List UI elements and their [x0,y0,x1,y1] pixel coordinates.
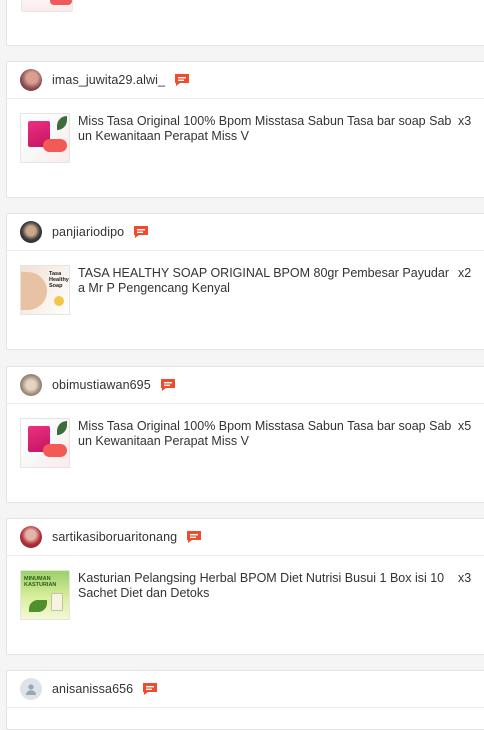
order-card-header: sartikasiboruaritonang [7,519,484,556]
product-name[interactable]: Kasturian Pelangsing Herbal BPOM Diet Nu… [78,570,453,620]
product-quantity: x3 [458,571,472,585]
product-name[interactable]: Miss Tasa Original 100% Bpom Misstasa Sa… [78,113,453,163]
username[interactable]: anisanissa656 [52,682,133,696]
product-thumbnail[interactable]: MINUMAN KASTURIAN [20,570,70,620]
product-thumbnail-partial[interactable] [21,0,73,12]
chat-icon[interactable] [186,530,202,544]
order-card: imas_juwita29.alwi_ Miss Tasa Original 1… [6,61,484,198]
product-quantity: x3 [458,114,472,128]
avatar[interactable] [20,221,42,243]
thumbnail-label: Tasa Healthy Soap [49,271,69,289]
order-card: sartikasiboruaritonang MINUMAN KASTURIAN… [6,518,484,655]
order-card: obimustiawan695 Miss Tasa Original 100% … [6,366,484,503]
thumbnail-label: MINUMAN KASTURIAN [24,576,57,588]
chat-icon[interactable] [160,378,176,392]
product-thumbnail[interactable]: Tasa Healthy Soap [20,265,70,315]
product-name[interactable]: TASA HEALTHY SOAP ORIGINAL BPOM 80gr Pem… [78,265,453,315]
chat-icon[interactable] [174,73,190,87]
order-card-header: panjiariodipo [7,214,484,251]
order-card-header: anisanissa656 [7,671,484,708]
product-quantity: x2 [458,266,472,280]
chat-icon[interactable] [142,682,158,696]
order-item[interactable]: Miss Tasa Original 100% Bpom Misstasa Sa… [7,404,484,468]
username[interactable]: imas_juwita29.alwi_ [52,73,165,87]
order-item[interactable]: Tasa Healthy Soap TASA HEALTHY SOAP ORIG… [7,251,484,315]
product-name[interactable]: Miss Tasa Original 100% Bpom Misstasa Sa… [78,418,453,468]
order-item[interactable]: Miss Tasa Original 100% Bpom Misstasa Sa… [7,99,484,163]
order-card-partial [6,0,484,46]
product-quantity: x5 [458,419,472,433]
product-thumbnail[interactable] [20,113,70,163]
username[interactable]: obimustiawan695 [52,378,151,392]
avatar[interactable] [20,374,42,396]
chat-icon[interactable] [133,225,149,239]
order-card: panjiariodipo Tasa Healthy Soap TASA HEA… [6,213,484,350]
order-card-header: imas_juwita29.alwi_ [7,62,484,99]
product-thumbnail[interactable] [20,418,70,468]
username[interactable]: panjiariodipo [52,225,124,239]
avatar[interactable] [20,69,42,91]
username[interactable]: sartikasiboruaritonang [52,530,177,544]
default-avatar-icon[interactable] [20,678,42,700]
order-item[interactable]: MINUMAN KASTURIAN Kasturian Pelangsing H… [7,556,484,620]
avatar[interactable] [20,526,42,548]
order-card-header: obimustiawan695 [7,367,484,404]
order-card: anisanissa656 [6,670,484,730]
